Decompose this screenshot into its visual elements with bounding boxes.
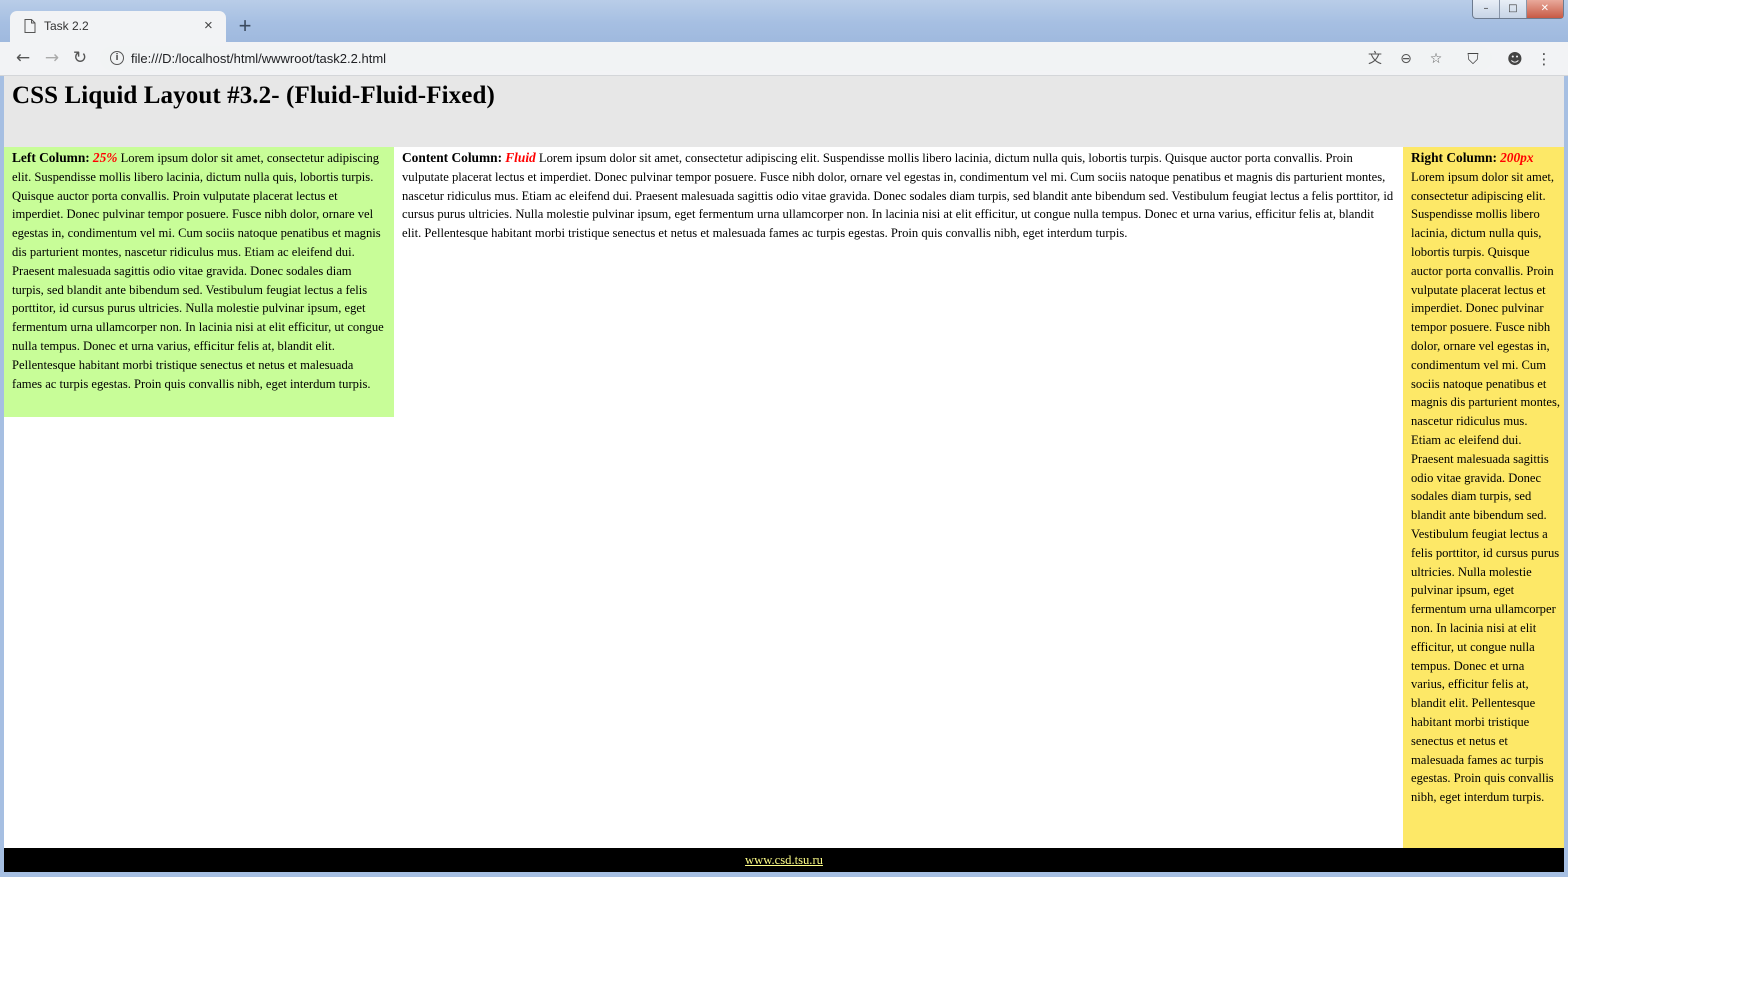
content-column-text: Lorem ipsum dolor sit amet, consectetur … [402, 151, 1394, 241]
forward-icon[interactable]: → [40, 46, 64, 70]
left-column-text: Lorem ipsum dolor sit amet, consectetur … [12, 151, 384, 391]
left-column-width: 25% [92, 150, 118, 165]
browser-toolbar: ← → ↻ i file:///D:/localhost/html/wwwroo… [0, 42, 1568, 76]
left-column: Left Column: 25% Lorem ipsum dolor sit a… [4, 147, 394, 417]
minimize-icon[interactable]: – [1473, 0, 1499, 18]
new-tab-button[interactable]: + [232, 14, 258, 40]
window-frame-bottom [0, 872, 1568, 877]
window-frame-right [1564, 76, 1568, 877]
right-column-label: Right Column: [1411, 150, 1497, 165]
browser-titlebar: Task 2.2 × + – □ ✕ [0, 0, 1568, 42]
right-column-text: Lorem ipsum dolor sit amet, consectetur … [1411, 169, 1561, 805]
address-bar[interactable]: i file:///D:/localhost/html/wwwroot/task… [100, 46, 1492, 71]
tab-title: Task 2.2 [44, 19, 89, 33]
right-column-width: 200px [1500, 150, 1534, 165]
url-text[interactable]: file:///D:/localhost/html/wwwroot/task2.… [131, 51, 386, 66]
right-column: Right Column: 200px Lorem ipsum dolor si… [1403, 147, 1564, 849]
account-icon[interactable]: ☻ [1504, 48, 1526, 70]
page-viewport: CSS Liquid Layout #3.2- (Fluid-Fluid-Fix… [4, 76, 1564, 872]
bookmark-star-icon[interactable]: ☆ [1426, 49, 1446, 69]
page-footer: www.csd.tsu.ru [4, 848, 1564, 872]
page-icon [24, 19, 36, 33]
page-header: CSS Liquid Layout #3.2- (Fluid-Fluid-Fix… [4, 76, 1564, 147]
menu-icon[interactable]: ⋮ [1533, 48, 1555, 70]
browser-tab[interactable]: Task 2.2 × [10, 11, 226, 42]
zoom-icon[interactable]: ⊖ [1396, 49, 1416, 69]
content-column: Content Column: Fluid Lorem ipsum dolor … [394, 147, 1402, 251]
back-icon[interactable]: ← [11, 46, 35, 70]
translate-icon[interactable]: 文 [1365, 49, 1385, 69]
content-column-width: Fluid [505, 150, 536, 165]
left-column-label: Left Column: [12, 150, 90, 165]
window-controls: – □ ✕ [1472, 0, 1564, 19]
page-title: CSS Liquid Layout #3.2- (Fluid-Fluid-Fix… [12, 82, 495, 109]
reload-icon[interactable]: ↻ [68, 46, 92, 70]
maximize-icon[interactable]: □ [1498, 0, 1526, 18]
content-column-label: Content Column: [402, 150, 503, 165]
tab-close-icon[interactable]: × [204, 17, 213, 35]
close-window-icon[interactable]: ✕ [1525, 0, 1563, 18]
footer-link[interactable]: www.csd.tsu.ru [745, 853, 823, 867]
info-icon[interactable]: i [110, 51, 124, 65]
shield-extension-icon[interactable]: ⛉ [1462, 48, 1484, 70]
